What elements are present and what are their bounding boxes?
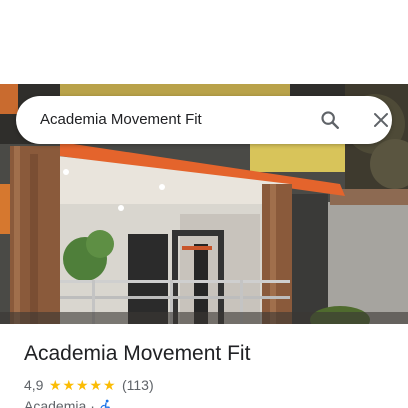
star-icon: ★	[89, 377, 102, 393]
search-bar[interactable]: Academia Movement Fit	[16, 96, 392, 144]
search-input[interactable]: Academia Movement Fit	[40, 96, 202, 144]
rating-value: 4,9	[24, 377, 44, 393]
star-icon: ★	[102, 377, 116, 393]
star-icon: ★	[48, 377, 62, 393]
place-category: Academia	[24, 398, 87, 408]
star-icon: ★	[62, 377, 75, 393]
map-top-area	[0, 0, 408, 84]
review-count[interactable]: (113)	[122, 377, 154, 393]
close-icon[interactable]	[365, 104, 397, 136]
wheelchair-accessible-icon	[99, 399, 113, 408]
place-info-panel: Academia Movement Fit 4,9 ★ ★ ★ ★ ★ (113…	[0, 324, 408, 408]
star-rating: ★ ★ ★ ★ ★	[48, 378, 116, 392]
rating-row[interactable]: 4,9 ★ ★ ★ ★ ★ (113)	[24, 376, 154, 394]
category-row: Academia ·	[24, 397, 113, 408]
separator: ·	[90, 398, 95, 408]
place-title[interactable]: Academia Movement Fit	[24, 342, 250, 366]
star-icon: ★	[75, 377, 89, 393]
search-icon[interactable]	[314, 104, 346, 136]
